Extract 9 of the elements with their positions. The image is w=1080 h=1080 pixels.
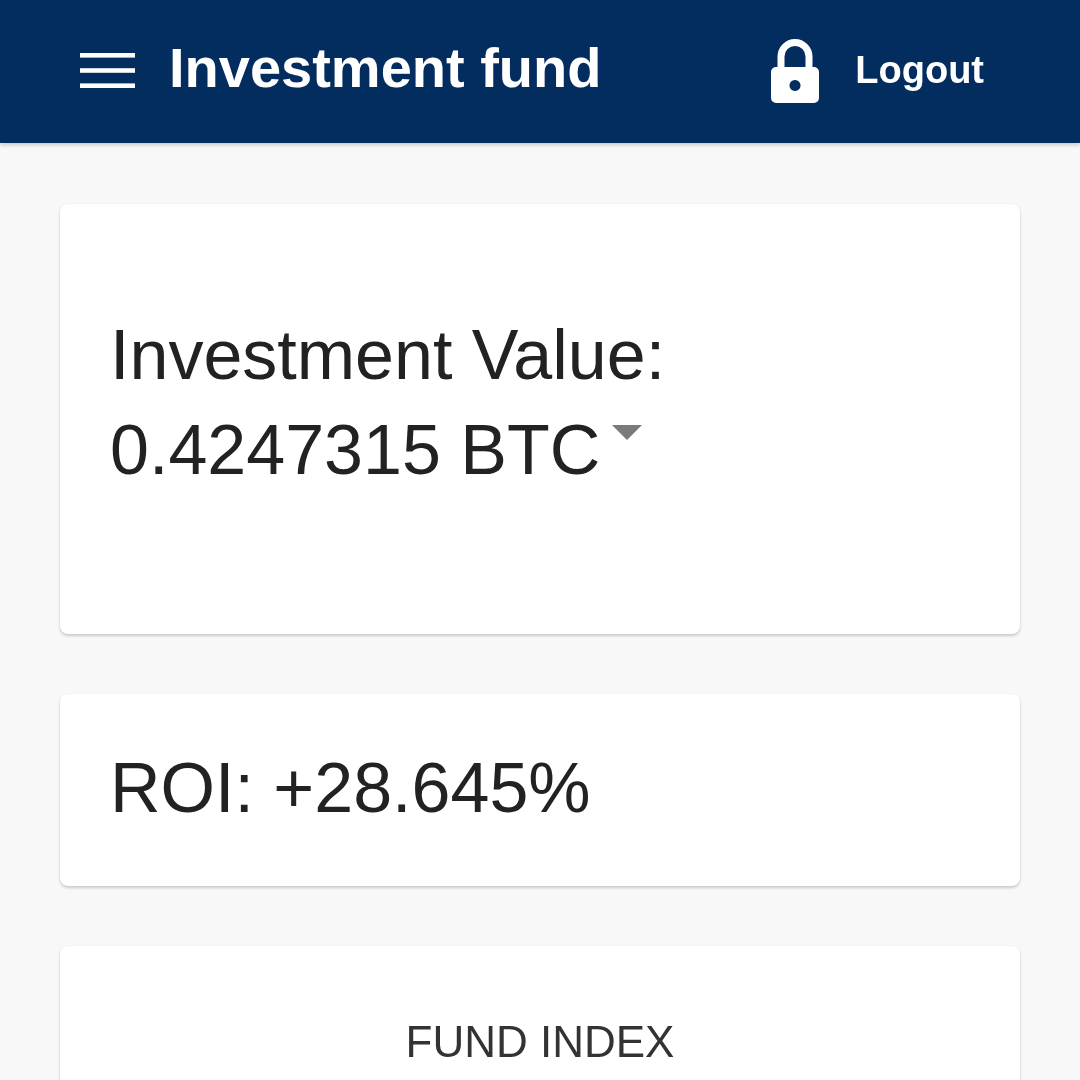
caret-icon[interactable] [612,425,643,440]
fund-index-heading: FUND INDEX [404,1016,676,1068]
investment-label: Investment Value: [110,315,667,396]
logout-button[interactable]: Logout [771,38,984,103]
investment-value: 0.4247315 BTC [110,410,601,491]
menu-icon[interactable] [80,53,135,88]
app-title: Investment fund [169,34,602,101]
roi-text: ROI: +28.645% [110,748,592,829]
lock-icon [771,38,820,103]
